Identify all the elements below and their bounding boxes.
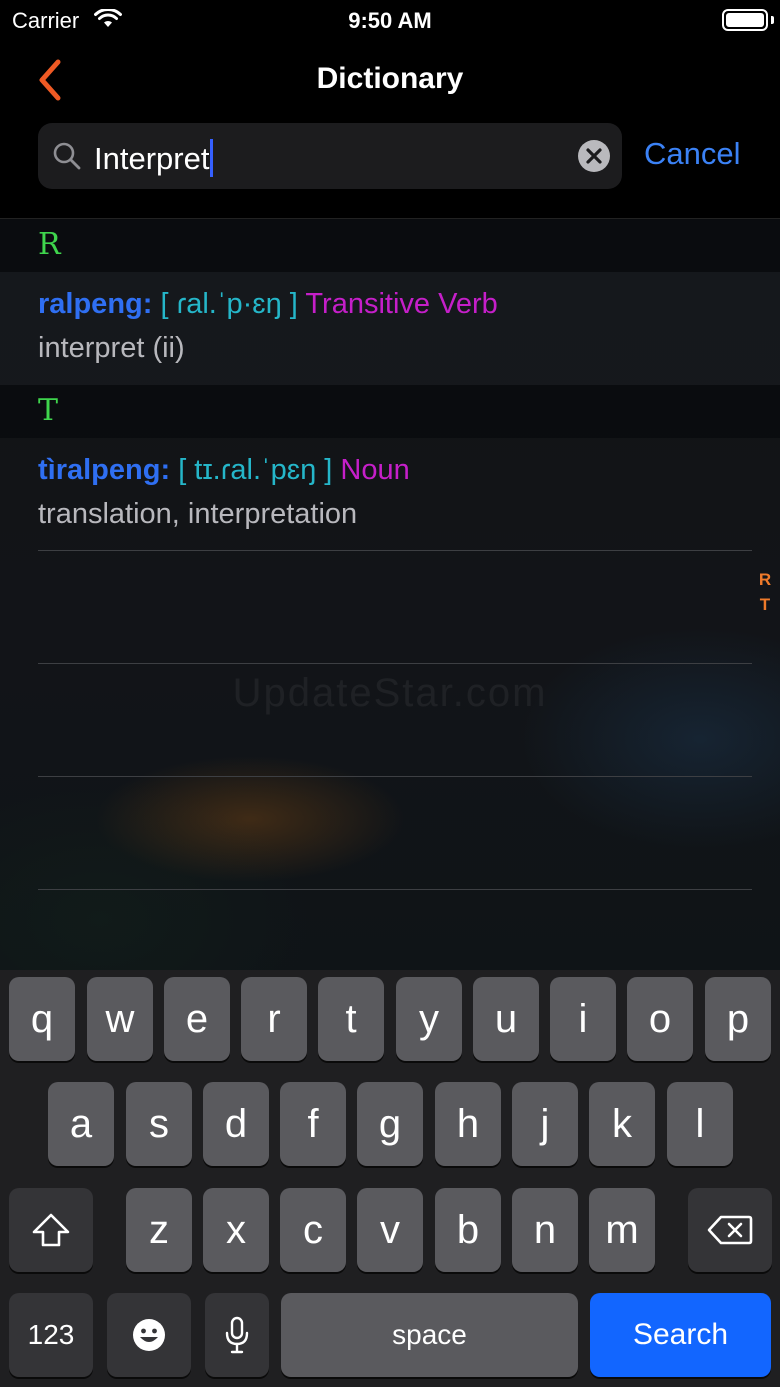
microphone-icon xyxy=(225,1316,249,1354)
keyboard: q w e r t y u i o p a s d f g h j k l z … xyxy=(0,970,780,1387)
entry-pronunciation: [ ɾal.ˈp·ɛŋ ] xyxy=(160,288,298,320)
list-item[interactable]: ralpeng: [ ɾal.ˈp·ɛŋ ] Transitive Verb i… xyxy=(0,272,780,385)
key-j[interactable]: j xyxy=(512,1082,578,1166)
page-title: Dictionary xyxy=(316,62,464,95)
entry-definition: translation, interpretation xyxy=(38,498,358,530)
section-index[interactable]: R T xyxy=(752,567,778,617)
key-o[interactable]: o xyxy=(627,977,693,1061)
section-index-item[interactable]: T xyxy=(752,592,778,617)
search-bar[interactable]: Interpret xyxy=(38,123,622,189)
key-r[interactable]: r xyxy=(241,977,307,1061)
close-icon xyxy=(586,148,602,164)
row-separator xyxy=(38,663,752,664)
key-s[interactable]: s xyxy=(126,1082,192,1166)
key-a[interactable]: a xyxy=(48,1082,114,1166)
entry-part-of-speech: Transitive Verb xyxy=(305,288,498,320)
key-n[interactable]: n xyxy=(512,1188,578,1272)
entry-definition: interpret (ii) xyxy=(38,332,185,364)
section-header-t: T xyxy=(0,385,780,438)
key-z[interactable]: z xyxy=(126,1188,192,1272)
entry-word: ralpeng: xyxy=(38,288,153,320)
row-separator xyxy=(38,550,752,551)
status-time: 9:50 AM xyxy=(348,8,432,33)
search-icon xyxy=(53,142,81,170)
key-v[interactable]: v xyxy=(357,1188,423,1272)
key-m[interactable]: m xyxy=(589,1188,655,1272)
key-x[interactable]: x xyxy=(203,1188,269,1272)
numbers-key[interactable]: 123 xyxy=(9,1293,93,1377)
key-q[interactable]: q xyxy=(9,977,75,1061)
entry-part-of-speech: Noun xyxy=(340,454,410,486)
dictation-key[interactable] xyxy=(205,1293,269,1377)
entry-pronunciation: [ tɪ.ɾal.ˈpɛŋ ] xyxy=(178,454,333,486)
key-c[interactable]: c xyxy=(280,1188,346,1272)
entry-headline: ralpeng: [ ɾal.ˈp·ɛŋ ] Transitive Verb xyxy=(38,288,498,321)
key-p[interactable]: p xyxy=(705,977,771,1061)
shift-icon xyxy=(32,1213,70,1247)
key-w[interactable]: w xyxy=(87,977,153,1061)
row-separator xyxy=(38,889,752,890)
key-g[interactable]: g xyxy=(357,1082,423,1166)
results-list[interactable]: R ralpeng: [ ɾal.ˈp·ɛŋ ] Transitive Verb… xyxy=(0,218,780,970)
backspace-key[interactable] xyxy=(688,1188,772,1272)
key-t[interactable]: t xyxy=(318,977,384,1061)
status-bar: Carrier 9:50 AM xyxy=(0,0,780,40)
search-key[interactable]: Search xyxy=(590,1293,771,1377)
section-letter: T xyxy=(38,393,59,428)
shift-key[interactable] xyxy=(9,1188,93,1272)
list-item[interactable]: tìralpeng: [ tɪ.ɾal.ˈpɛŋ ] Noun translat… xyxy=(0,438,780,551)
key-h[interactable]: h xyxy=(435,1082,501,1166)
key-u[interactable]: u xyxy=(473,977,539,1061)
key-k[interactable]: k xyxy=(589,1082,655,1166)
emoji-icon xyxy=(133,1319,165,1351)
search-query: Interpret xyxy=(94,141,210,176)
search-input[interactable]: Interpret xyxy=(94,139,214,177)
text-caret xyxy=(210,139,214,177)
space-key[interactable]: space xyxy=(281,1293,578,1377)
key-d[interactable]: d xyxy=(203,1082,269,1166)
cancel-button[interactable]: Cancel xyxy=(644,136,741,172)
key-l[interactable]: l xyxy=(667,1082,733,1166)
entry-headline: tìralpeng: [ tɪ.ɾal.ˈpɛŋ ] Noun xyxy=(38,454,410,487)
back-button[interactable] xyxy=(30,56,74,104)
chevron-left-icon xyxy=(39,59,61,101)
battery-cap xyxy=(771,16,774,24)
section-letter: R xyxy=(38,227,61,262)
battery-icon xyxy=(722,9,768,31)
entry-word: tìralpeng: xyxy=(38,454,171,486)
watermark: UpdateStar.com xyxy=(232,671,548,715)
row-separator xyxy=(38,776,752,777)
emoji-key[interactable] xyxy=(107,1293,191,1377)
key-f[interactable]: f xyxy=(280,1082,346,1166)
clear-search-button[interactable] xyxy=(578,140,610,172)
key-i[interactable]: i xyxy=(550,977,616,1061)
backspace-icon xyxy=(707,1215,753,1245)
key-b[interactable]: b xyxy=(435,1188,501,1272)
section-header-r: R xyxy=(0,219,780,272)
navigation-bar: Dictionary xyxy=(0,50,780,110)
section-index-item[interactable]: R xyxy=(752,567,778,592)
key-e[interactable]: e xyxy=(164,977,230,1061)
key-y[interactable]: y xyxy=(396,977,462,1061)
